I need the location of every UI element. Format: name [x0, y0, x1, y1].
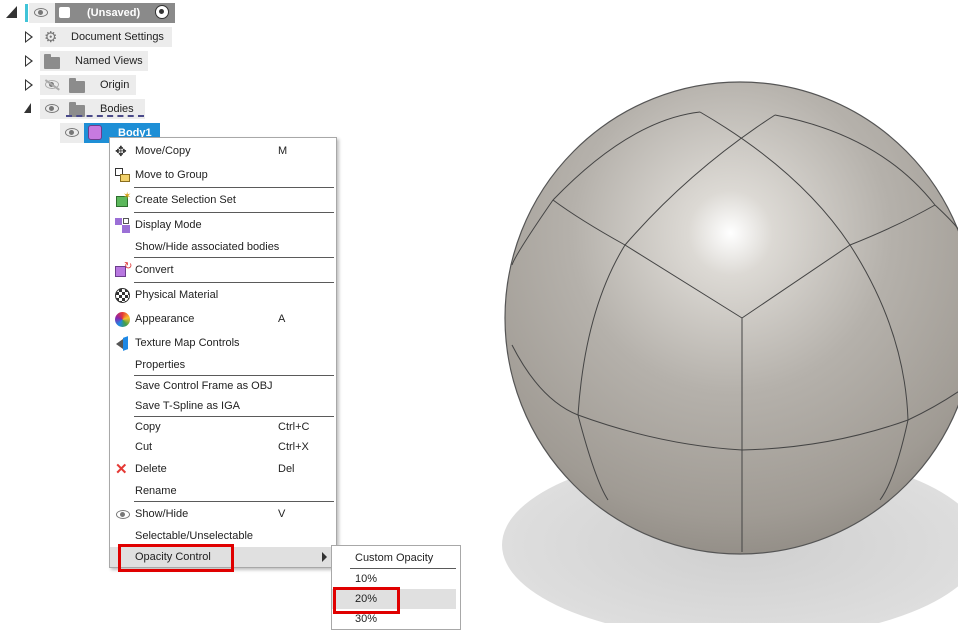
- menu-item-save-control-frame-obj[interactable]: Save Control Frame as OBJ: [110, 376, 336, 396]
- menu-item-label: Cut: [135, 441, 153, 453]
- menu-item-show-hide-associated[interactable]: Show/Hide associated bodies: [110, 237, 336, 257]
- folder-icon: [44, 54, 60, 69]
- menu-item-shortcut: A: [278, 313, 286, 325]
- eye-icon: [116, 510, 130, 519]
- menu-separator: [134, 282, 334, 283]
- folder-icon: [69, 78, 85, 93]
- menu-item-selectable-unselectable[interactable]: Selectable/Unselectable: [110, 526, 336, 546]
- browser-item-document-settings[interactable]: ⚙ Document Settings: [40, 27, 172, 47]
- menu-separator: [134, 501, 334, 502]
- move-icon: ✥: [115, 143, 127, 159]
- expand-named-views-toggle[interactable]: [25, 55, 33, 67]
- menu-item-label: Show/Hide: [135, 508, 189, 520]
- delete-icon: ✕: [115, 461, 128, 478]
- menu-item-label: Save Control Frame as OBJ: [135, 380, 273, 392]
- gear-icon: ⚙: [44, 29, 58, 46]
- opacity-control-highlight: [118, 544, 234, 572]
- menu-item-convert[interactable]: ↻ Convert: [110, 260, 336, 280]
- menu-item-shortcut: M: [278, 145, 288, 157]
- opacity-20-highlight: [333, 587, 400, 614]
- menu-item-delete[interactable]: ✕ Delete Del: [110, 459, 336, 479]
- menu-item-label: Convert: [135, 264, 174, 276]
- viewport-canvas[interactable]: [470, 60, 958, 623]
- menu-item-label: Physical Material: [135, 289, 219, 301]
- submenu-item-label: Custom Opacity: [355, 552, 434, 564]
- menu-item-physical-material[interactable]: Physical Material: [110, 285, 336, 305]
- menu-separator: [134, 187, 334, 188]
- menu-item-label: Show/Hide associated bodies: [135, 241, 280, 253]
- eye-icon[interactable]: [45, 104, 59, 113]
- menu-item-label: Save T-Spline as IGA: [135, 400, 240, 412]
- menu-separator: [134, 257, 334, 258]
- menu-item-appearance[interactable]: Appearance A: [110, 309, 336, 329]
- collapse-root-toggle[interactable]: [6, 6, 17, 18]
- menu-separator: [134, 212, 334, 213]
- menu-item-label: Properties: [135, 359, 186, 371]
- collapse-bodies-toggle[interactable]: [24, 103, 31, 113]
- browser-item-named-views[interactable]: Named Views: [40, 51, 148, 71]
- menu-item-shortcut: Ctrl+X: [278, 441, 309, 453]
- move-to-group-icon: [115, 168, 130, 183]
- convert-icon: ↻: [115, 261, 132, 278]
- context-menu: ✥ Move/Copy M Move to Group ✶ Create Sel…: [109, 137, 337, 568]
- menu-item-label: Create Selection Set: [135, 194, 236, 206]
- tspline-body-icon: [88, 125, 102, 140]
- menu-item-save-tspline-iga[interactable]: Save T-Spline as IGA: [110, 396, 336, 416]
- appearance-icon: [115, 312, 130, 327]
- sphere-body[interactable]: [504, 81, 958, 555]
- menu-item-properties[interactable]: Properties: [110, 355, 336, 375]
- menu-item-rename[interactable]: Rename: [110, 481, 336, 501]
- browser-item-label: Origin: [100, 79, 130, 91]
- submenu-item-label: 10%: [355, 573, 378, 585]
- root-label: (Unsaved): [87, 7, 141, 19]
- menu-item-copy[interactable]: Copy Ctrl+C: [110, 417, 336, 437]
- activate-radio-icon[interactable]: [155, 5, 169, 19]
- document-inner-icon: [59, 7, 70, 18]
- menu-item-create-selection-set[interactable]: ✶ Create Selection Set: [110, 190, 336, 210]
- expand-origin-toggle[interactable]: [25, 79, 33, 91]
- eye-icon[interactable]: [65, 128, 79, 137]
- menu-item-move-copy[interactable]: ✥ Move/Copy M: [110, 141, 336, 161]
- root-item[interactable]: (Unsaved): [29, 3, 175, 23]
- menu-item-label: Move/Copy: [135, 145, 191, 157]
- submenu-arrow-icon: [322, 552, 327, 562]
- browser-item-label: Document Settings: [71, 31, 164, 43]
- menu-item-label: Rename: [135, 485, 177, 497]
- menu-item-shortcut: Ctrl+C: [278, 421, 310, 433]
- browser-item-label: Named Views: [75, 55, 143, 67]
- menu-item-label: Copy: [135, 421, 161, 433]
- menu-item-label: Move to Group: [135, 169, 208, 181]
- menu-item-label: Selectable/Unselectable: [135, 530, 254, 542]
- menu-item-label: Delete: [135, 463, 167, 475]
- texture-map-icon: [115, 336, 130, 351]
- submenu-item-10[interactable]: 10%: [332, 569, 460, 589]
- menu-item-show-hide[interactable]: Show/Hide V: [110, 504, 336, 524]
- menu-item-cut[interactable]: Cut Ctrl+X: [110, 437, 336, 457]
- physical-material-icon: [115, 288, 130, 303]
- menu-item-shortcut: Del: [278, 463, 295, 475]
- submenu-item-label: 30%: [355, 613, 378, 625]
- menu-item-shortcut: V: [278, 508, 286, 520]
- browser-item-origin[interactable]: Origin: [40, 75, 136, 95]
- eye-icon[interactable]: [34, 8, 48, 17]
- submenu-item-custom-opacity[interactable]: Custom Opacity: [332, 548, 460, 568]
- menu-item-texture-map-controls[interactable]: Texture Map Controls: [110, 333, 336, 353]
- menu-item-label: Appearance: [135, 313, 195, 325]
- menu-item-label: Texture Map Controls: [135, 337, 240, 349]
- browser-item-bodies[interactable]: Bodies: [40, 99, 145, 119]
- display-mode-icon: [115, 218, 130, 233]
- selection-underline: [66, 115, 144, 117]
- selection-set-icon: ✶: [115, 191, 131, 208]
- root-active-marker: [25, 4, 28, 22]
- expand-document-settings-toggle[interactable]: [25, 31, 33, 43]
- browser-item-label: Bodies: [100, 103, 134, 115]
- menu-item-label: Display Mode: [135, 219, 202, 231]
- menu-item-move-to-group[interactable]: Move to Group: [110, 165, 336, 185]
- menu-item-display-mode[interactable]: Display Mode: [110, 215, 336, 235]
